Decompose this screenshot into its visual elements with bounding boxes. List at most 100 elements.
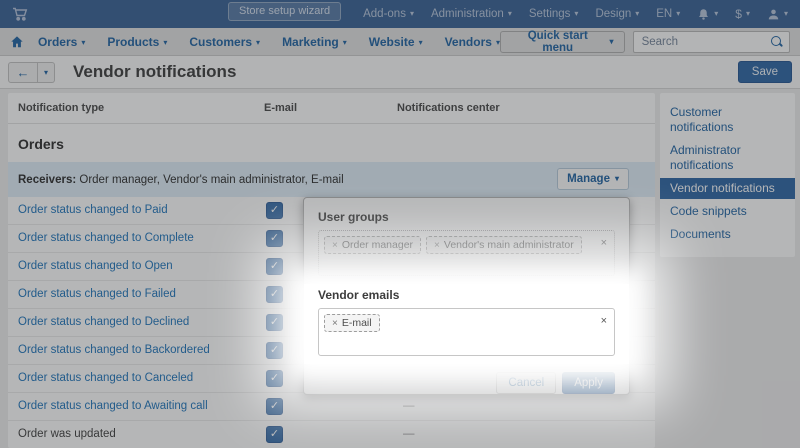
notification-type-link[interactable]: Order status changed to Open — [18, 260, 173, 272]
main-nav-items: Orders Products Customers Marketing Webs… — [38, 35, 500, 49]
checkmark-icon — [267, 203, 282, 218]
remove-tag-icon[interactable] — [332, 239, 338, 251]
topbar-menu-label: Add-ons — [363, 8, 406, 20]
notification-type-link[interactable]: Order status changed to Paid — [18, 204, 168, 216]
column-notifications-center: Notifications center — [397, 102, 500, 114]
topbar-menu-item[interactable]: Design — [595, 8, 639, 20]
sidebar-item[interactable]: Customer notifications — [660, 102, 795, 138]
notification-type-link[interactable]: Order status changed to Awaiting call — [18, 400, 208, 412]
email-checkbox[interactable] — [266, 230, 283, 247]
account-menu[interactable] — [767, 8, 788, 21]
caret-down-icon — [615, 173, 619, 185]
back-button[interactable]: ← — [8, 61, 38, 83]
sidebar-item[interactable]: Vendor notifications — [660, 178, 795, 199]
caret-down-icon — [784, 8, 788, 20]
content-area: Notification type E-mail Notifications c… — [0, 89, 800, 448]
back-split-button: ← — [8, 61, 55, 83]
apply-button[interactable]: Apply — [562, 372, 615, 394]
user-icon — [768, 9, 779, 19]
cart-icon[interactable] — [12, 6, 28, 22]
notification-type-link[interactable]: Order status changed to Declined — [18, 316, 189, 328]
notifications-center-value: — — [403, 400, 415, 412]
email-checkbox[interactable] — [266, 426, 283, 443]
manage-button[interactable]: Manage — [557, 168, 629, 190]
save-button[interactable]: Save — [737, 61, 792, 83]
email-checkbox[interactable] — [266, 314, 283, 331]
topbar-menu-label: Settings — [528, 8, 571, 20]
notification-type-link[interactable]: Order status changed to Canceled — [18, 372, 193, 384]
currency-menu[interactable]: $ — [735, 7, 750, 21]
remove-tag-icon[interactable] — [332, 317, 338, 329]
sidebar-item[interactable]: Administrator notifications — [660, 140, 795, 176]
topbar-menu-item[interactable]: Administration — [431, 8, 512, 20]
nav-menu-item[interactable]: Website — [369, 35, 423, 49]
search-icon[interactable] — [770, 35, 783, 48]
user-groups-field[interactable]: Order manager Vendor's main administrator — [318, 230, 615, 276]
vendor-emails-field[interactable]: E-mail — [318, 308, 615, 356]
nav-menu-label: Products — [107, 34, 160, 49]
checkmark-icon — [267, 287, 282, 302]
nav-menu-item[interactable]: Orders — [38, 35, 85, 49]
sidebar-item[interactable]: Documents — [660, 224, 795, 245]
topbar-menu-item[interactable]: Settings — [529, 8, 579, 20]
nav-menu-label: Marketing — [282, 34, 339, 49]
notifications-center-value: — — [403, 428, 415, 440]
email-checkbox[interactable] — [266, 258, 283, 275]
checkmark-icon — [267, 343, 282, 358]
remove-tag-icon[interactable] — [434, 239, 440, 251]
topbar-menu-item[interactable]: Add-ons — [363, 8, 414, 20]
tag[interactable]: Vendor's main administrator — [426, 236, 582, 254]
caret-down-icon — [746, 8, 750, 20]
nav-menu-item[interactable]: Customers — [189, 35, 260, 49]
nav-menu-label: Orders — [37, 34, 78, 49]
caret-down-icon — [714, 8, 718, 20]
notification-type-link[interactable]: Order status changed to Backordered — [18, 344, 210, 356]
email-checkbox[interactable] — [266, 370, 283, 387]
topbar-menu-item[interactable]: EN — [656, 8, 680, 20]
caret-down-icon — [256, 35, 260, 49]
search-box — [632, 30, 790, 53]
search-input[interactable] — [632, 30, 790, 53]
manage-receivers-popup: User groups Order manager Vendor's main a… — [303, 197, 630, 395]
caret-down-icon — [343, 35, 347, 49]
nav-menu-item[interactable]: Products — [107, 35, 167, 49]
notification-type-link[interactable]: Order status changed to Complete — [18, 232, 194, 244]
tag[interactable]: Order manager — [324, 236, 422, 254]
clear-field-icon[interactable] — [601, 315, 607, 327]
topbar: Store setup wizard Add-ons Administratio… — [0, 0, 800, 28]
quick-start-menu-button[interactable]: Quick start menu — [499, 30, 625, 54]
topbar-menus: Add-ons Administration Settings Design E… — [363, 8, 680, 20]
sidebar-item[interactable]: Code snippets — [660, 201, 795, 222]
email-checkbox[interactable] — [266, 286, 283, 303]
receivers-text: Receivers: Order manager, Vendor's main … — [18, 174, 344, 186]
notifications-menu[interactable] — [697, 8, 718, 21]
back-dropdown-button[interactable] — [38, 61, 55, 83]
notification-type-link[interactable]: Order was updated — [18, 428, 116, 440]
checkmark-icon — [267, 231, 282, 246]
cancel-button[interactable]: Cancel — [496, 372, 557, 394]
vendor-emails-section: Vendor emails E-mail — [304, 284, 629, 364]
clear-field-icon[interactable] — [601, 237, 607, 249]
checkmark-icon — [267, 399, 282, 414]
email-checkbox[interactable] — [266, 398, 283, 415]
caret-down-icon — [635, 8, 639, 20]
tag[interactable]: E-mail — [324, 314, 380, 332]
caret-down-icon — [574, 8, 578, 20]
caret-down-icon — [410, 8, 414, 20]
home-icon[interactable] — [10, 35, 24, 49]
checkmark-icon — [267, 371, 282, 386]
dollar-icon: $ — [735, 7, 742, 21]
vendor-emails-tags: E-mail — [324, 314, 592, 332]
caret-down-icon — [419, 35, 423, 49]
nav-menu-item[interactable]: Marketing — [282, 35, 347, 49]
receivers-value: Order manager, Vendor's main administrat… — [76, 173, 344, 186]
receivers-label: Receivers: — [18, 173, 77, 186]
topbar-menu-label: EN — [656, 8, 673, 20]
nav-menu-item[interactable]: Vendors — [445, 35, 500, 49]
store-setup-wizard-button[interactable]: Store setup wizard — [228, 2, 342, 21]
column-notification-type: Notification type — [18, 102, 105, 114]
email-checkbox[interactable] — [266, 342, 283, 359]
notification-type-link[interactable]: Order status changed to Failed — [18, 288, 176, 300]
receivers-row: Receivers: Order manager, Vendor's main … — [8, 162, 655, 197]
email-checkbox[interactable] — [266, 202, 283, 219]
